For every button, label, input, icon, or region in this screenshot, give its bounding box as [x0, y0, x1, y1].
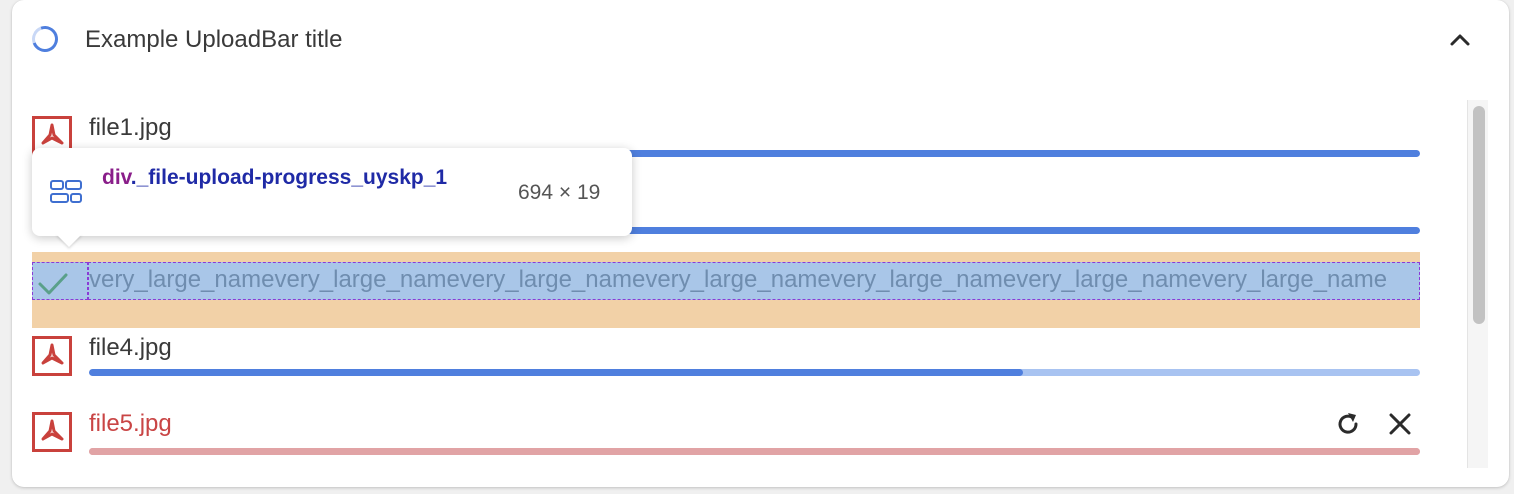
upload-progress-bar — [89, 369, 1420, 376]
scrollbar[interactable] — [1467, 100, 1488, 468]
pdf-file-icon — [32, 336, 72, 376]
upload-bar-header[interactable]: Example UploadBar title — [12, 0, 1509, 82]
element-tag: div — [102, 166, 131, 189]
upload-progress-fill — [89, 448, 1420, 455]
upload-progress-bar-error — [89, 448, 1420, 455]
checkmark-icon — [38, 273, 68, 295]
file-name: file5.jpg — [89, 410, 172, 437]
upload-progress-fill — [89, 369, 1024, 376]
devtools-inspector-tooltip: div._file-upload-progress_uyskp_1 694 × … — [32, 148, 632, 247]
scrollbar-thumb[interactable] — [1473, 106, 1485, 324]
tooltip-arrow — [56, 234, 82, 247]
file-name: file1.jpg — [89, 114, 172, 141]
element-selector: div._file-upload-progress_uyskp_1 — [102, 164, 502, 192]
element-size: 694 × 19 — [518, 181, 601, 204]
close-icon[interactable] — [1386, 410, 1414, 438]
file-name: very_large_namevery_large_namevery_large… — [89, 266, 1388, 293]
element-class: ._file-upload-progress_uyskp_1 — [130, 166, 448, 189]
file-list[interactable]: file1.jpg very_large_namevery_large_name… — [12, 82, 1509, 487]
retry-icon[interactable] — [1334, 410, 1362, 438]
upload-bar-panel: Example UploadBar title file1.jpg very_l… — [12, 0, 1509, 487]
file-item-highlighted: very_large_namevery_large_namevery_large… — [32, 252, 1420, 328]
file-name: file4.jpg — [89, 334, 172, 361]
pdf-file-icon — [32, 412, 72, 452]
grid-layout-icon — [50, 180, 82, 203]
upload-bar-title: Example UploadBar title — [85, 26, 343, 53]
loading-spinner-icon — [27, 21, 63, 57]
chevron-up-icon[interactable] — [1447, 30, 1473, 50]
